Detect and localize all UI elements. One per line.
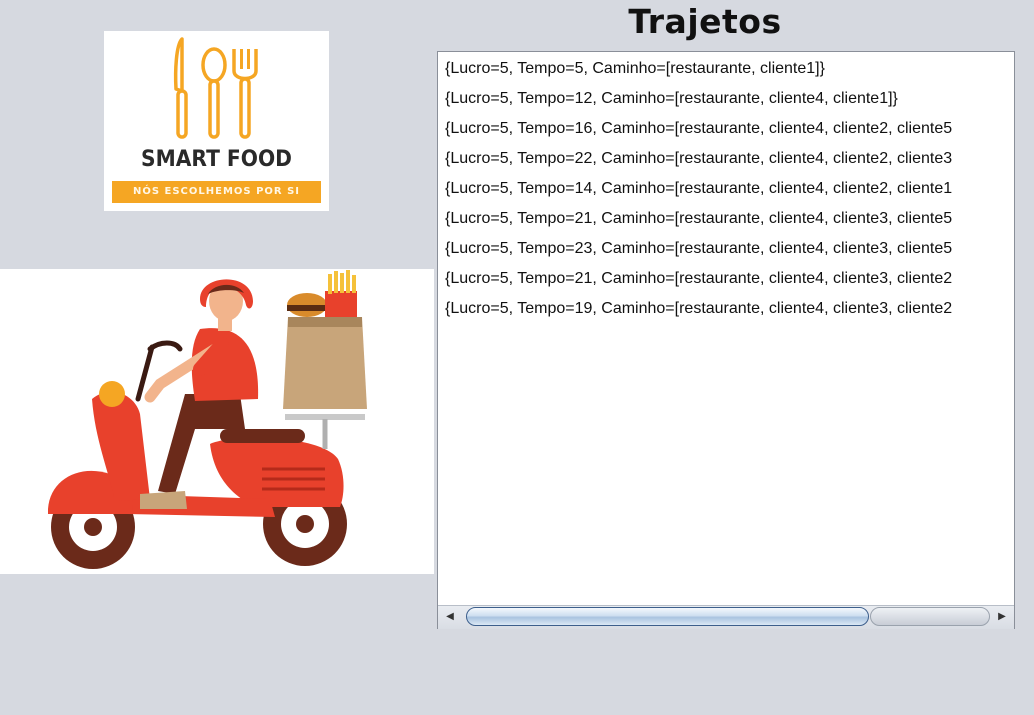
logo-name: SMART FOOD <box>141 147 292 172</box>
scroll-right-arrow-icon[interactable]: ▶ <box>991 608 1013 626</box>
delivery-illustration <box>0 269 434 574</box>
route-item[interactable]: {Lucro=5, Tempo=14, Caminho=[restaurante… <box>445 178 1014 208</box>
scrollbar-track-end <box>870 607 990 626</box>
route-item[interactable]: {Lucro=5, Tempo=5, Caminho=[restaurante,… <box>445 58 1014 88</box>
routes-list-panel[interactable]: {Lucro=5, Tempo=5, Caminho=[restaurante,… <box>437 51 1015 629</box>
routes-list-viewport[interactable]: {Lucro=5, Tempo=5, Caminho=[restaurante,… <box>438 52 1014 605</box>
horizontal-scrollbar[interactable]: ◀ ▶ <box>438 605 1014 629</box>
delivery-scooter-icon <box>48 270 367 569</box>
page-title: Trajetos <box>628 2 782 41</box>
scrollbar-thumb[interactable] <box>466 607 869 626</box>
scroll-left-arrow-icon[interactable]: ◀ <box>439 608 461 626</box>
route-item[interactable]: {Lucro=5, Tempo=12, Caminho=[restaurante… <box>445 88 1014 118</box>
route-item[interactable]: {Lucro=5, Tempo=16, Caminho=[restaurante… <box>445 118 1014 148</box>
route-item[interactable]: {Lucro=5, Tempo=21, Caminho=[restaurante… <box>445 208 1014 238</box>
route-item[interactable]: {Lucro=5, Tempo=23, Caminho=[restaurante… <box>445 238 1014 268</box>
route-item[interactable]: {Lucro=5, Tempo=21, Caminho=[restaurante… <box>445 268 1014 298</box>
logo-tagline: NÓS ESCOLHEMOS POR SI <box>112 181 321 203</box>
route-item[interactable]: {Lucro=5, Tempo=19, Caminho=[restaurante… <box>445 298 1014 328</box>
scrollbar-track[interactable] <box>462 607 990 627</box>
routes-list: {Lucro=5, Tempo=5, Caminho=[restaurante,… <box>438 52 1014 328</box>
cutlery-icon <box>173 37 258 139</box>
smart-food-logo: SMART FOOD NÓS ESCOLHEMOS POR SI <box>104 31 329 211</box>
route-item[interactable]: {Lucro=5, Tempo=22, Caminho=[restaurante… <box>445 148 1014 178</box>
